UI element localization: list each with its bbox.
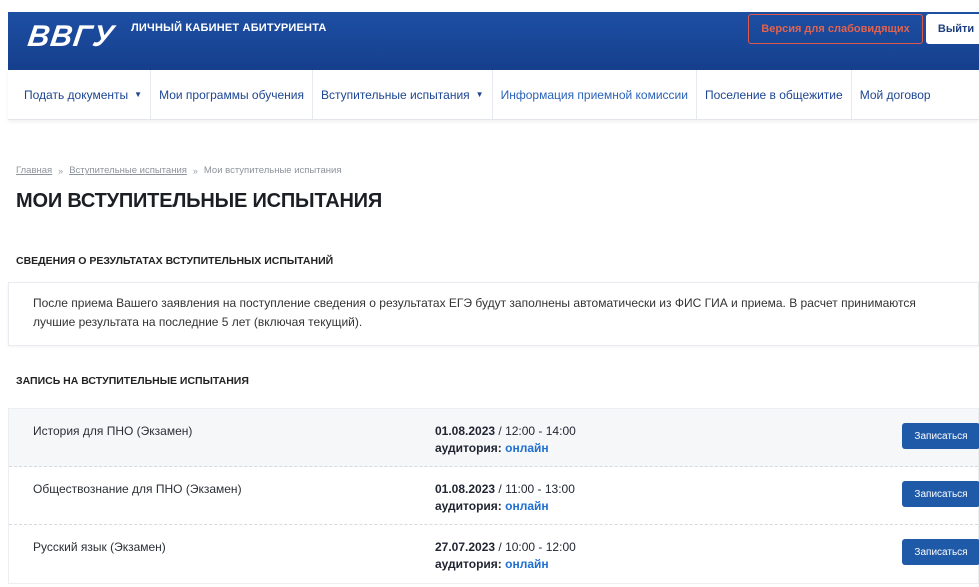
- exam-schedule: 01.08.2023 / 12:00 - 14:00 аудитория: он…: [435, 423, 576, 457]
- breadcrumb: Главная » Вступительные испытания » Мои …: [16, 165, 341, 176]
- visually-impaired-version-button[interactable]: Версия для слабовидящих: [748, 14, 923, 44]
- site-header: ВВГУ ЛИЧНЫЙ КАБИНЕТ АБИТУРИЕНТА Версия д…: [8, 12, 979, 70]
- nav-item-label: Поселение в общежитие: [704, 87, 843, 102]
- exam-time: / 10:00 - 12:00: [495, 540, 576, 554]
- breadcrumb-separator: »: [58, 165, 64, 176]
- signup-button[interactable]: Записаться: [902, 481, 979, 507]
- results-info-text: После приема Вашего заявления на поступл…: [33, 296, 916, 329]
- logout-button[interactable]: Выйти: [926, 14, 979, 44]
- exam-time: / 11:00 - 13:00: [495, 482, 575, 496]
- breadcrumb-current: Мои вступительные испытания: [203, 165, 342, 176]
- list-item: Русский язык (Экзамен) 27.07.2023 / 10:0…: [9, 525, 979, 583]
- exam-name: Обществознание для ПНО (Экзамен): [33, 482, 242, 496]
- signup-button[interactable]: Записаться: [902, 423, 979, 449]
- exam-name: История для ПНО (Экзамен): [33, 424, 193, 438]
- exam-date: 27.07.2023: [435, 540, 496, 554]
- main-nav: Подать документы ▼ Мои программы обучени…: [8, 70, 979, 120]
- results-info-box: После приема Вашего заявления на поступл…: [8, 282, 979, 346]
- exam-time: / 12:00 - 14:00: [495, 424, 576, 438]
- exam-name: Русский язык (Экзамен): [33, 540, 166, 554]
- exam-date: 01.08.2023: [435, 424, 496, 438]
- exam-schedule: 01.08.2023 / 11:00 - 13:00 аудитория: он…: [435, 481, 575, 515]
- nav-item-label: Информация приемной комиссии: [500, 87, 688, 102]
- exam-schedule: 27.07.2023 / 10:00 - 12:00 аудитория: он…: [435, 539, 576, 573]
- university-logo[interactable]: ВВГУ: [26, 20, 117, 54]
- nav-item-my-contract[interactable]: Мой договор: [852, 70, 939, 119]
- chevron-down-icon: ▼: [475, 90, 484, 99]
- nav-item-my-programs[interactable]: Мои программы обучения: [151, 70, 313, 119]
- room-value[interactable]: онлайн: [505, 557, 549, 571]
- results-section-title: СВЕДЕНИЯ О РЕЗУЛЬТАТАХ ВСТУПИТЕЛЬНЫХ ИСП…: [16, 255, 334, 267]
- room-value[interactable]: онлайн: [505, 499, 549, 513]
- exam-list: История для ПНО (Экзамен) 01.08.2023 / 1…: [8, 408, 979, 584]
- chevron-down-icon: ▼: [134, 90, 143, 99]
- nav-item-admission-info[interactable]: Информация приемной комиссии: [493, 70, 697, 119]
- header-title: ЛИЧНЫЙ КАБИНЕТ АБИТУРИЕНТА: [131, 22, 327, 34]
- breadcrumb-home-link[interactable]: Главная: [16, 165, 52, 176]
- page-title: МОИ ВСТУПИТЕЛЬНЫЕ ИСПЫТАНИЯ: [16, 190, 383, 212]
- nav-item-entrance-exams[interactable]: Вступительные испытания ▼: [313, 70, 493, 119]
- room-label: аудитория:: [435, 441, 502, 455]
- list-item: История для ПНО (Экзамен) 01.08.2023 / 1…: [9, 409, 979, 467]
- signup-section-title: ЗАПИСЬ НА ВСТУПИТЕЛЬНЫЕ ИСПЫТАНИЯ: [16, 375, 249, 387]
- list-item: Обществознание для ПНО (Экзамен) 01.08.2…: [9, 467, 979, 525]
- room-value[interactable]: онлайн: [505, 441, 549, 455]
- nav-item-dormitory[interactable]: Поселение в общежитие: [697, 70, 852, 119]
- room-label: аудитория:: [435, 557, 502, 571]
- nav-item-label: Подать документы: [24, 87, 129, 102]
- nav-item-submit-documents[interactable]: Подать документы ▼: [8, 70, 152, 119]
- exam-date: 01.08.2023: [435, 482, 496, 496]
- nav-item-label: Вступительные испытания: [320, 87, 470, 102]
- nav-item-label: Мой договор: [859, 87, 931, 102]
- breadcrumb-separator: »: [192, 165, 198, 176]
- signup-button[interactable]: Записаться: [902, 539, 979, 565]
- breadcrumb-exams-link[interactable]: Вступительные испытания: [69, 165, 187, 176]
- room-label: аудитория:: [435, 499, 502, 513]
- nav-item-label: Мои программы обучения: [159, 87, 304, 102]
